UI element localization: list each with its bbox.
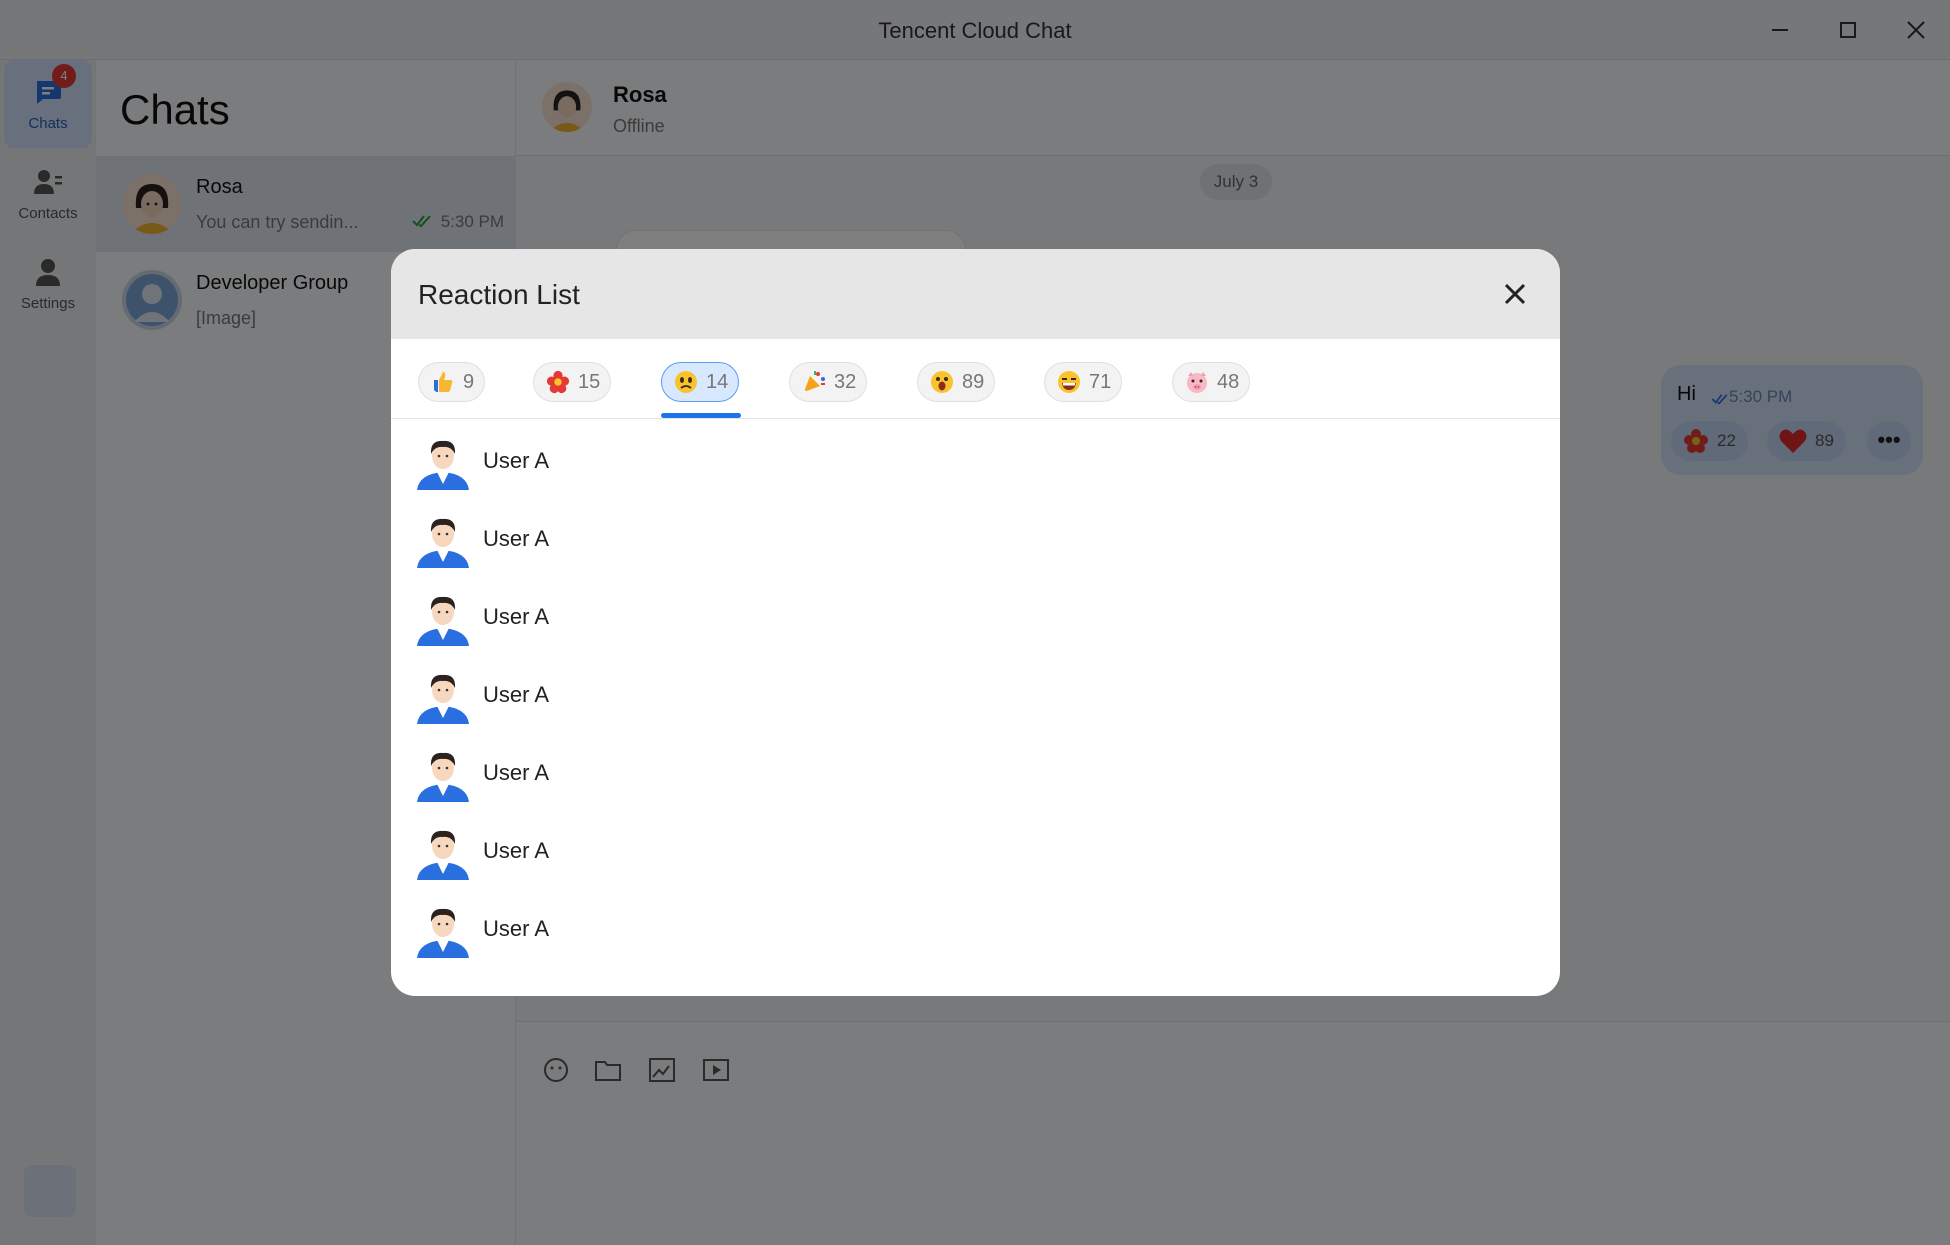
- pig-face-emoji-icon: [1187, 372, 1207, 393]
- reaction-tabs: 9 15 14 32 89 71 48: [391, 339, 1560, 419]
- user-name: User A: [483, 760, 550, 785]
- user-name: User A: [483, 526, 550, 551]
- reaction-list-dialog: Reaction List 9 15 14 32 89 71 48 User A…: [391, 249, 1560, 996]
- surprised-face-emoji-icon: [931, 371, 953, 393]
- flower-emoji-icon: [546, 370, 570, 394]
- reaction-count: 9: [463, 370, 475, 393]
- list-item[interactable]: User A: [391, 732, 1560, 810]
- tab-tongue-face[interactable]: 71: [1044, 362, 1123, 402]
- avatar: [417, 518, 469, 568]
- tab-thumbs-up[interactable]: 9: [418, 362, 486, 402]
- close-icon[interactable]: [1495, 274, 1535, 314]
- tab-surprised-face[interactable]: 89: [917, 362, 996, 402]
- list-item[interactable]: User A: [391, 576, 1560, 654]
- reaction-count: 71: [1089, 370, 1112, 393]
- user-name: User A: [483, 838, 550, 863]
- avatar: [417, 830, 469, 880]
- party-popper-emoji-icon: [804, 371, 825, 392]
- dialog-header: Reaction List: [391, 249, 1560, 339]
- avatar: [417, 908, 469, 958]
- tab-flower[interactable]: 15: [533, 362, 612, 402]
- avatar: [417, 596, 469, 646]
- list-item[interactable]: User A: [391, 654, 1560, 732]
- thumbs-up-emoji-icon: [434, 372, 453, 392]
- list-item[interactable]: User A: [391, 498, 1560, 576]
- user-name: User A: [483, 448, 550, 473]
- reaction-count: 89: [962, 370, 985, 393]
- reaction-count: 32: [834, 370, 857, 393]
- active-tab-indicator: [661, 413, 741, 418]
- frowning-face-emoji-icon: [675, 371, 697, 393]
- tab-party-popper[interactable]: 32: [789, 362, 868, 402]
- avatar: [417, 674, 469, 724]
- reaction-count: 48: [1217, 370, 1240, 393]
- tab-pig-face[interactable]: 48: [1172, 362, 1251, 402]
- avatar: [417, 752, 469, 802]
- list-item[interactable]: User A: [391, 810, 1560, 888]
- user-name: User A: [483, 682, 550, 707]
- reaction-count: 15: [578, 370, 601, 393]
- user-name: User A: [483, 916, 550, 941]
- list-item[interactable]: User A: [391, 420, 1560, 498]
- list-item[interactable]: User A: [391, 888, 1560, 966]
- tongue-face-emoji-icon: [1058, 371, 1080, 393]
- avatar: [417, 440, 469, 490]
- reaction-count: 14: [706, 370, 729, 393]
- reaction-user-list: User A User A User A User A User A User …: [391, 420, 1560, 996]
- user-name: User A: [483, 604, 550, 629]
- tab-frowning-face[interactable]: 14: [661, 362, 740, 402]
- dialog-title: Reaction List: [418, 279, 580, 310]
